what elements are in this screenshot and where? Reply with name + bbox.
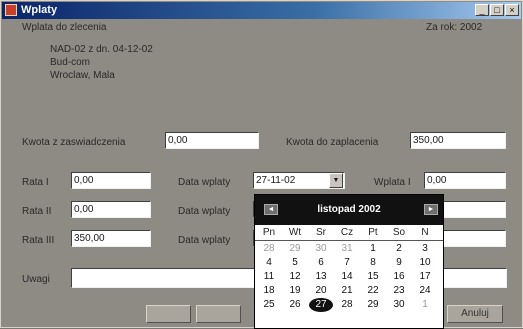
calendar-week-row: 4 5 6 7 8 9 10 <box>255 256 443 270</box>
weekday-label: Cz <box>340 227 354 238</box>
calendar-day[interactable]: 16 <box>387 270 411 284</box>
weekday-label: Pn <box>262 227 276 238</box>
calendar-day[interactable]: 14 <box>335 270 359 284</box>
weekday-label: N <box>421 227 429 238</box>
payment-date-1-label: Data wplaty <box>178 177 231 188</box>
installment-3-input[interactable]: 350,00 <box>71 230 151 247</box>
calendar-day[interactable]: 22 <box>361 284 385 298</box>
calendar-day[interactable]: 29 <box>283 242 307 256</box>
cancel-button[interactable]: Anuluj <box>447 305 503 323</box>
calendar-day[interactable]: 11 <box>257 270 281 284</box>
footer-button-2[interactable] <box>196 305 241 323</box>
calendar-header: ◄ listopad 2002 ► <box>255 195 443 225</box>
calendar-day[interactable]: 24 <box>413 284 437 298</box>
payment-date-3-label: Data wplaty <box>178 235 231 246</box>
client-address: Wroclaw, Mala <box>50 70 115 81</box>
calendar-day[interactable]: 18 <box>257 284 281 298</box>
footer-button-1[interactable] <box>146 305 191 323</box>
weekday-label: So <box>392 227 406 238</box>
calendar-day[interactable]: 5 <box>283 256 307 270</box>
calendar-day[interactable]: 9 <box>387 256 411 270</box>
calendar-week-row: 25 26 27 28 29 30 1 <box>255 298 443 312</box>
calendar-day[interactable]: 12 <box>283 270 307 284</box>
calendar-day[interactable]: 25 <box>257 298 281 312</box>
calendar-day[interactable]: 3 <box>413 242 437 256</box>
installment-1-label: Rata I <box>22 177 49 188</box>
calendar-day[interactable]: 1 <box>413 298 437 312</box>
title-bar: Wplaty _ □ × <box>2 2 521 19</box>
payment-1-label: Wplata I <box>374 177 411 188</box>
maximize-button[interactable]: □ <box>490 4 504 16</box>
calendar-day[interactable]: 27 <box>309 298 333 312</box>
close-button[interactable]: × <box>505 4 519 16</box>
calendar-day[interactable]: 19 <box>283 284 307 298</box>
calendar-day[interactable]: 6 <box>309 256 333 270</box>
calendar-day[interactable]: 20 <box>309 284 333 298</box>
installment-3-label: Rata III <box>22 235 55 246</box>
calendar-week-row: 18 19 20 21 22 23 24 <box>255 284 443 298</box>
calendar-day[interactable]: 23 <box>387 284 411 298</box>
calendar-day[interactable]: 28 <box>335 298 359 312</box>
calendar-day[interactable]: 8 <box>361 256 385 270</box>
calendar-day[interactable]: 1 <box>361 242 385 256</box>
notes-label: Uwagi <box>22 274 50 285</box>
minimize-button[interactable]: _ <box>475 4 489 16</box>
calendar-day[interactable]: 17 <box>413 270 437 284</box>
next-month-icon[interactable]: ► <box>424 204 438 215</box>
weekday-header: Pn Wt Sr Cz Pt So N <box>255 226 443 241</box>
certificate-amount-label: Kwota z zaswiadczenia <box>22 137 126 148</box>
client-name: Bud-com <box>50 57 91 68</box>
calendar-day[interactable]: 30 <box>387 298 411 312</box>
weekday-label: Wt <box>288 227 302 238</box>
app-icon <box>5 4 17 16</box>
installment-2-label: Rata II <box>22 206 52 217</box>
calendar-day[interactable]: 2 <box>387 242 411 256</box>
window-title: Wplaty <box>21 4 58 16</box>
calendar-week-row: 28 29 30 31 1 2 3 <box>255 242 443 256</box>
calendar-day[interactable]: 28 <box>257 242 281 256</box>
installment-1-input[interactable]: 0,00 <box>71 172 151 189</box>
section-title: Wplata do zlecenia <box>22 22 107 33</box>
calendar-day[interactable]: 26 <box>283 298 307 312</box>
amount-due-label: Kwota do zaplacenia <box>286 137 379 148</box>
date-dropdown-icon[interactable]: ▼ <box>329 173 343 188</box>
prev-month-icon[interactable]: ◄ <box>264 204 278 215</box>
calendar-week-row: 11 12 13 14 15 16 17 <box>255 270 443 284</box>
payment-date-2-label: Data wplaty <box>178 206 231 217</box>
year-label: Za rok: 2002 <box>426 22 483 33</box>
amount-due-input[interactable]: 350,00 <box>410 132 506 149</box>
calendar-day[interactable]: 29 <box>361 298 385 312</box>
installment-2-input[interactable]: 0,00 <box>71 201 151 218</box>
calendar-day[interactable]: 21 <box>335 284 359 298</box>
calendar-day[interactable]: 30 <box>309 242 333 256</box>
payments-window: Wplaty _ □ × Wplata do zlecenia Za rok: … <box>0 0 523 329</box>
calendar-month-title: listopad 2002 <box>317 204 381 215</box>
weekday-label: Pt <box>368 227 378 238</box>
calendar-day[interactable]: 7 <box>335 256 359 270</box>
calendar-day[interactable]: 31 <box>335 242 359 256</box>
calendar-day[interactable]: 10 <box>413 256 437 270</box>
calendar-day[interactable]: 13 <box>309 270 333 284</box>
certificate-amount-input[interactable]: 0,00 <box>165 132 259 149</box>
weekday-label: Sr <box>316 227 326 238</box>
order-line: NAD-02 z dn. 04-12-02 <box>50 44 153 55</box>
payment-1-input[interactable]: 0,00 <box>424 172 506 189</box>
date-picker: ◄ listopad 2002 ► Pn Wt Sr Cz Pt So N 28… <box>254 194 444 329</box>
calendar-day[interactable]: 15 <box>361 270 385 284</box>
calendar-grid: 28 29 30 31 1 2 3 4 5 6 7 8 9 10 11 12 13 14 15 16 17 18 19 20 2… <box>255 242 443 312</box>
calendar-day[interactable]: 4 <box>257 256 281 270</box>
